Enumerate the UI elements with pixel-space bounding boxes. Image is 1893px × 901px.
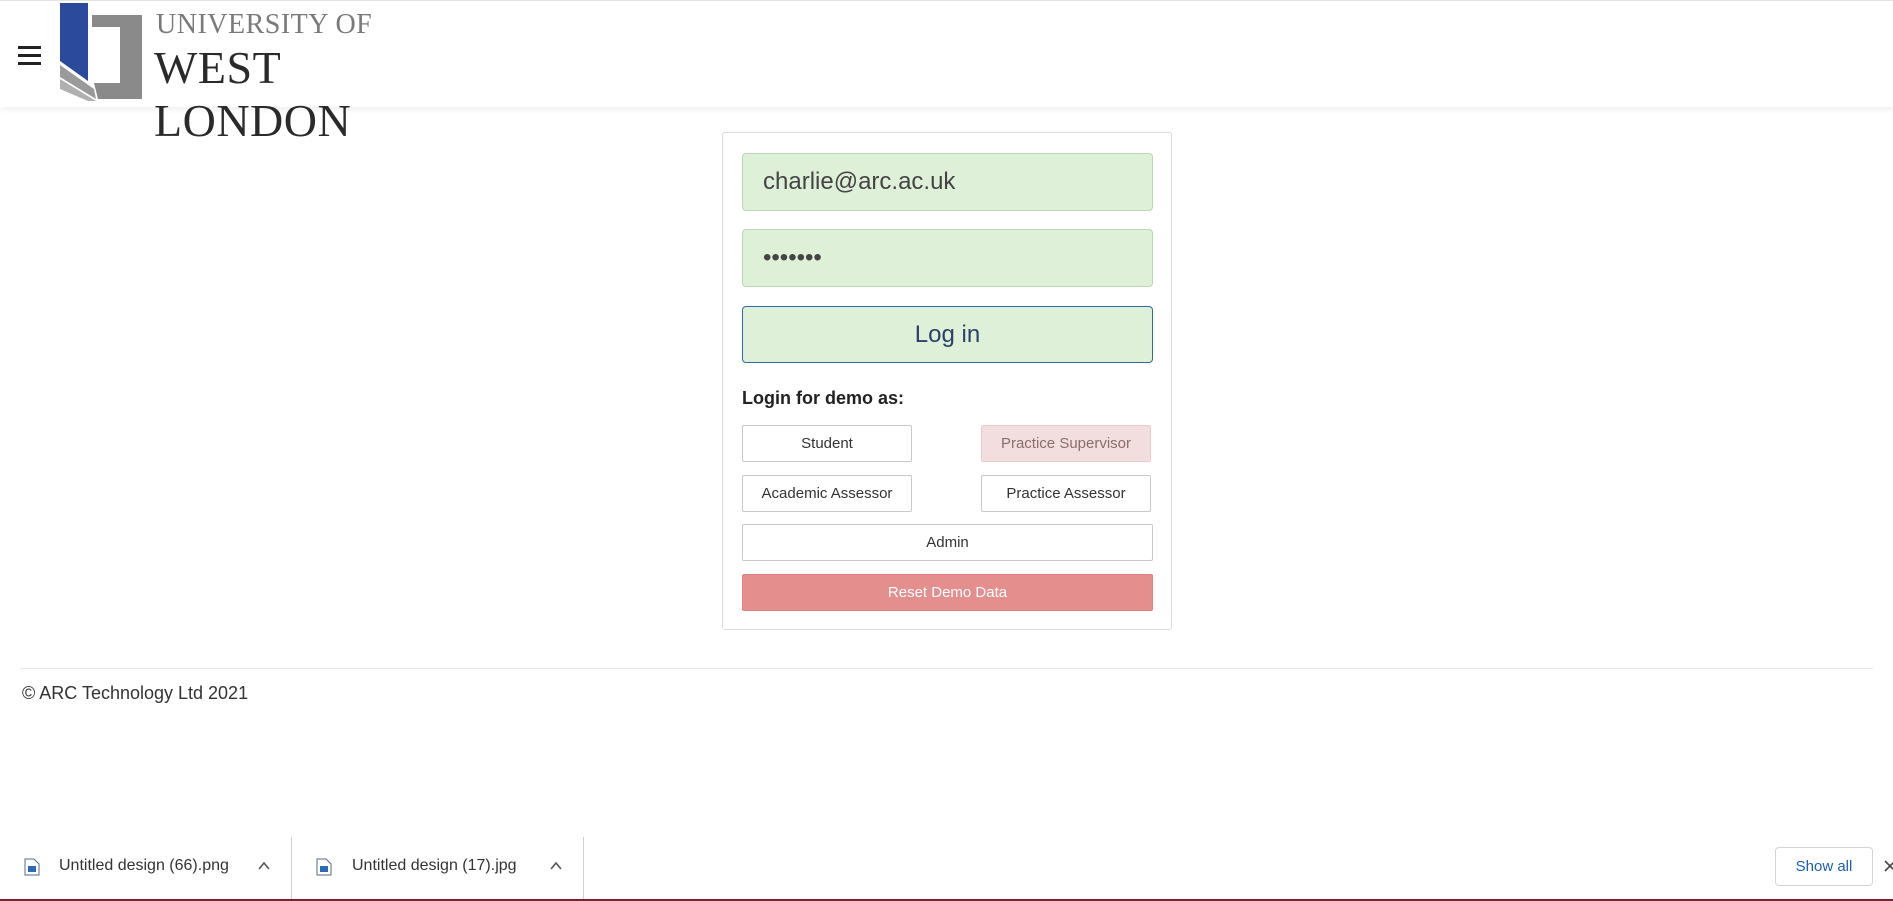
image-file-icon bbox=[24, 858, 40, 876]
demo-login-heading: Login for demo as: bbox=[742, 388, 904, 408]
download-item[interactable]: Untitled design (17).jpg bbox=[293, 837, 584, 899]
logo-mark-icon bbox=[60, 3, 142, 101]
show-all-downloads-button[interactable]: Show all bbox=[1775, 847, 1873, 886]
copyright-text: © ARC Technology Ltd 2021 bbox=[22, 683, 249, 703]
logo-text-line1: UNIVERSITY OF bbox=[156, 9, 373, 40]
demo-practice-assessor-button[interactable]: Practice Assessor bbox=[981, 475, 1151, 512]
logo-text-line2: WEST LONDON bbox=[154, 42, 352, 146]
reset-demo-data-button[interactable]: Reset Demo Data bbox=[742, 574, 1153, 611]
footer-divider bbox=[20, 668, 1873, 669]
login-card: Log in Login for demo as: Student Practi… bbox=[722, 132, 1172, 630]
demo-student-button[interactable]: Student bbox=[742, 425, 912, 462]
demo-practice-supervisor-button[interactable]: Practice Supervisor bbox=[981, 425, 1151, 462]
chevron-up-icon[interactable] bbox=[549, 859, 563, 873]
top-navbar: UNIVERSITY OF WEST LONDON bbox=[0, 0, 1893, 146]
page: UNIVERSITY OF WEST LONDON Log in Login f… bbox=[0, 0, 1893, 901]
login-button[interactable]: Log in bbox=[742, 306, 1153, 363]
download-filename: Untitled design (66).png bbox=[59, 857, 229, 874]
email-input[interactable] bbox=[742, 153, 1153, 211]
image-file-icon bbox=[316, 858, 332, 876]
university-logo[interactable]: UNIVERSITY OF WEST LONDON bbox=[58, 3, 478, 146]
download-filename: Untitled design (17).jpg bbox=[352, 857, 517, 874]
chevron-up-icon[interactable] bbox=[257, 859, 271, 873]
download-item[interactable]: Untitled design (66).png bbox=[0, 837, 292, 899]
demo-academic-assessor-button[interactable]: Academic Assessor bbox=[742, 475, 912, 512]
download-shelf: Untitled design (66).png Untitled design… bbox=[0, 837, 1893, 901]
demo-admin-button[interactable]: Admin bbox=[742, 524, 1153, 561]
close-icon[interactable] bbox=[1883, 855, 1893, 877]
hamburger-menu-icon[interactable] bbox=[18, 46, 41, 65]
password-input[interactable] bbox=[742, 229, 1153, 287]
